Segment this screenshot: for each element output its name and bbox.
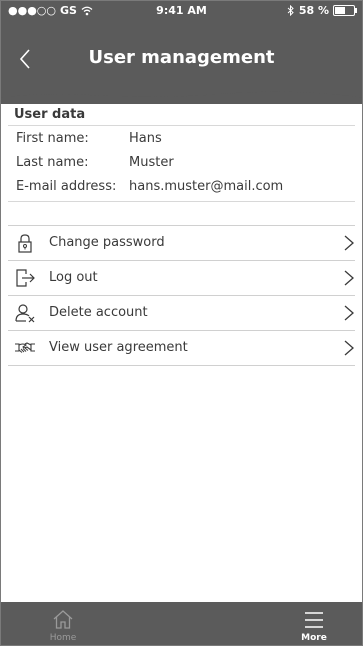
header-wave — [0, 78, 363, 98]
first-name-value: Hans — [129, 131, 162, 146]
divider — [8, 201, 355, 202]
home-icon — [53, 610, 73, 629]
delete-user-icon — [15, 304, 35, 323]
account-menu: Change password Log out Delete account V… — [8, 225, 355, 366]
tab-label: More — [301, 633, 327, 643]
battery-percentage: 58 % — [298, 4, 329, 17]
chevron-right-icon — [344, 305, 354, 321]
menu-label: View user agreement — [49, 340, 188, 355]
last-name-label: Last name: — [16, 155, 89, 170]
tab-label: Home — [49, 633, 77, 643]
chevron-right-icon — [344, 235, 354, 251]
padlock-icon — [18, 234, 32, 253]
email-value: hans.muster@mail.com — [129, 179, 284, 194]
chevron-right-icon — [344, 270, 354, 286]
status-right: 58 % — [287, 4, 357, 17]
first-name-label: First name: — [16, 131, 89, 146]
bluetooth-icon — [287, 5, 294, 16]
tab-home[interactable]: Home — [33, 602, 93, 646]
menu-item-change-password[interactable]: Change password — [8, 225, 355, 260]
logout-icon — [16, 269, 35, 287]
battery-tip — [355, 8, 357, 13]
email-label: E-mail address: — [16, 179, 117, 194]
page-title: User management — [88, 47, 275, 68]
battery-icon — [333, 5, 357, 16]
menu-icon — [305, 612, 323, 628]
menu-label: Change password — [49, 235, 165, 250]
tab-more[interactable]: More — [284, 602, 344, 646]
divider — [8, 125, 355, 126]
handshake-icon — [15, 342, 35, 353]
menu-item-delete-account[interactable]: Delete account — [8, 295, 355, 330]
battery-fill — [335, 7, 345, 14]
chevron-right-icon — [344, 340, 354, 356]
status-bar: ●●●○○ GS 9:41 AM 58 % — [0, 0, 363, 20]
last-name-value: Muster — [129, 155, 174, 170]
user-data-heading: User data — [14, 107, 86, 122]
bottom-tab-bar: Home More — [0, 602, 363, 646]
menu-label: Delete account — [49, 305, 148, 320]
menu-item-view-user-agreement[interactable]: View user agreement — [8, 330, 355, 366]
menu-item-log-out[interactable]: Log out — [8, 260, 355, 295]
menu-label: Log out — [49, 270, 98, 285]
